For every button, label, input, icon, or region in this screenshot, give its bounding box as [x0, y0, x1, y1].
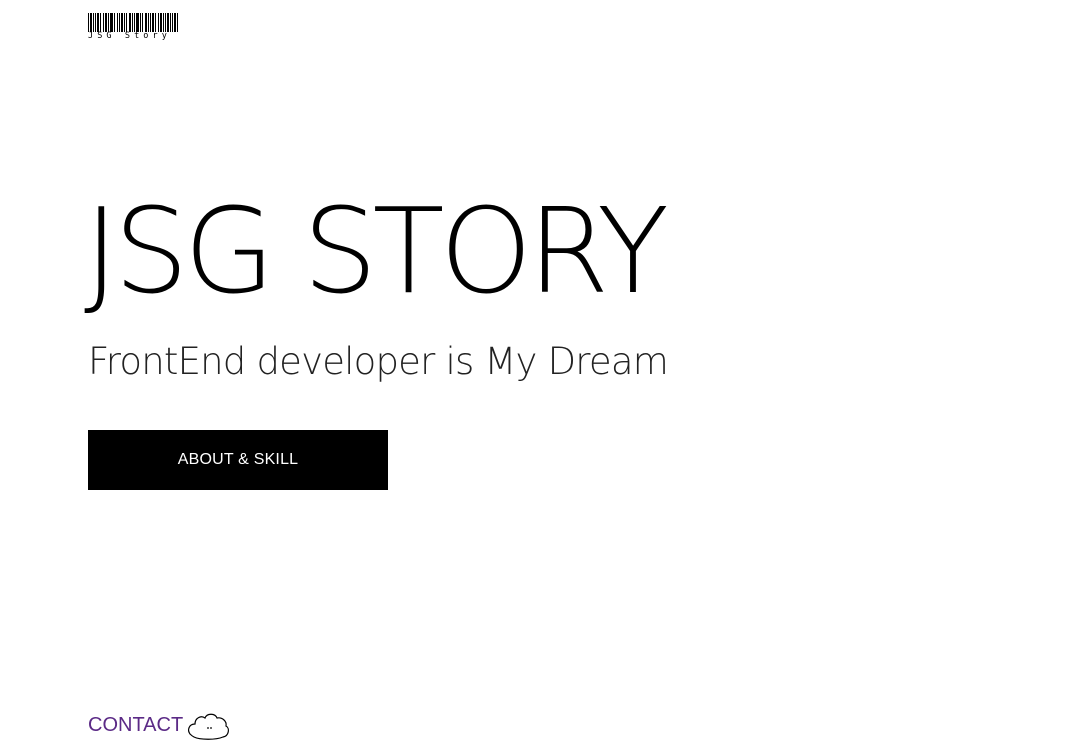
contact-label: CONTACT — [88, 714, 184, 736]
hero-subtitle: FrontEnd developer is My Dream — [88, 340, 669, 383]
barcode-icon — [88, 13, 178, 32]
hero-title: JSG STORY — [84, 182, 669, 320]
page: JSG Story JSG STORY FrontEnd developer i… — [0, 0, 1073, 754]
cloud-face-icon — [188, 713, 230, 740]
contact-link[interactable]: CONTACT — [88, 708, 230, 742]
about-skill-button[interactable]: ABOUT & SKILL — [88, 430, 388, 490]
logo-text: JSG Story — [88, 31, 171, 41]
site-logo[interactable]: JSG Story — [88, 13, 178, 43]
